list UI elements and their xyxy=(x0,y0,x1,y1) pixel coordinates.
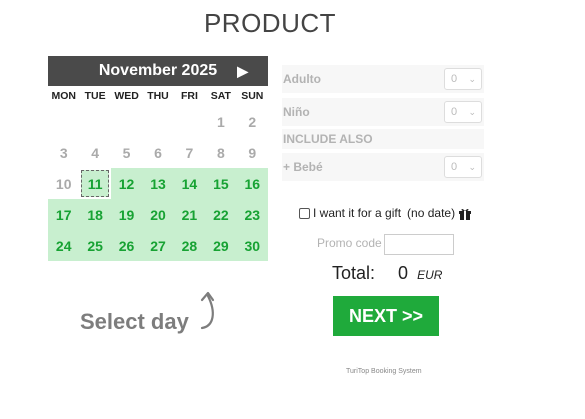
calendar-empty-cell xyxy=(174,106,205,137)
weekday-header: MON TUE WED THU FRI SAT SUN xyxy=(48,86,268,106)
nino-label: Niño xyxy=(283,105,310,119)
adulto-value: 0 xyxy=(451,73,458,85)
weekday-label: FRI xyxy=(180,90,198,102)
weekday-label: TUE xyxy=(84,90,106,102)
promo-code-label: Promo code xyxy=(317,236,382,250)
calendar-day[interactable]: 20 xyxy=(142,199,174,230)
total-currency: EUR xyxy=(417,268,443,282)
calendar-day[interactable]: 24 xyxy=(48,230,80,261)
calendar-day[interactable]: 14 xyxy=(173,168,206,199)
gift-icon xyxy=(459,208,472,220)
calendar-day[interactable]: 26 xyxy=(110,230,143,261)
include-also-row: INCLUDE ALSO xyxy=(282,129,484,149)
calendar-day[interactable]: 12 xyxy=(110,168,143,199)
calendar-day[interactable]: 17 xyxy=(48,199,80,230)
calendar: November 2025 ▶ MON TUE WED THU FRI SAT SUN 12… xyxy=(48,56,268,261)
calendar-empty-cell xyxy=(79,106,110,137)
gift-checkbox[interactable] xyxy=(299,207,310,219)
adulto-row: Adulto 0 ⌄ xyxy=(282,65,484,93)
calendar-header: November 2025 ▶ xyxy=(48,56,268,86)
calendar-day[interactable]: 11 xyxy=(81,170,109,197)
bebe-label: + Bebé xyxy=(283,160,323,174)
calendar-empty-cell xyxy=(142,106,173,137)
bebe-value: 0 xyxy=(451,161,458,173)
gift-option: I want it for a gift (no date) xyxy=(299,206,472,220)
select-day-hint: Select day xyxy=(80,309,189,334)
calendar-day: 6 xyxy=(154,144,162,161)
calendar-day[interactable]: 15 xyxy=(205,168,237,199)
bebe-row: + Bebé 0 ⌄ xyxy=(282,153,484,181)
nino-select[interactable]: 0 ⌄ xyxy=(444,101,482,123)
calendar-day: 7 xyxy=(185,144,194,161)
calendar-day[interactable]: 28 xyxy=(173,230,206,261)
adulto-select[interactable]: 0 ⌄ xyxy=(444,68,482,90)
nino-row: Niño 0 ⌄ xyxy=(282,98,484,126)
adulto-label: Adulto xyxy=(283,72,321,86)
calendar-day: 1 xyxy=(216,113,225,130)
bebe-select[interactable]: 0 ⌄ xyxy=(444,156,482,178)
page-title: PRODUCT xyxy=(203,8,337,38)
calendar-day: 5 xyxy=(122,144,131,161)
promo-code-input[interactable] xyxy=(384,234,454,255)
chevron-down-icon: ⌄ xyxy=(468,107,476,117)
total-label: Total: xyxy=(332,263,376,283)
weekday-label: MON xyxy=(51,90,76,102)
footer-credit: TuriTop Booking System xyxy=(346,368,422,375)
calendar-day[interactable]: 27 xyxy=(142,230,174,261)
calendar-day[interactable]: 23 xyxy=(236,199,268,230)
include-also-label: INCLUDE ALSO xyxy=(283,132,373,146)
calendar-month-label: November 2025 xyxy=(98,62,218,79)
calendar-day[interactable]: 22 xyxy=(205,199,237,230)
calendar-day[interactable]: 30 xyxy=(236,230,268,261)
total-amount: 0 xyxy=(398,263,409,283)
calendar-day[interactable]: 18 xyxy=(79,199,111,230)
weekday-label: WED xyxy=(114,90,139,102)
next-month-icon[interactable]: ▶ xyxy=(237,56,248,86)
calendar-days: 1 2 3 4 5 6 7 8 9 10 11 12 13 14 15 16 17 18 19 20 21 22 23 24 2… xyxy=(48,106,268,261)
calendar-day[interactable]: 29 xyxy=(205,230,237,261)
total: Total: 0 EUR xyxy=(332,263,442,284)
weekday-label: THU xyxy=(147,90,169,102)
calendar-day[interactable]: 19 xyxy=(110,199,143,230)
calendar-day: 3 xyxy=(59,144,68,161)
calendar-day: 10 xyxy=(55,175,72,192)
weekday-label: SAT xyxy=(210,90,231,102)
calendar-day: 8 xyxy=(216,144,225,161)
nino-value: 0 xyxy=(451,106,458,118)
next-button[interactable]: NEXT >> xyxy=(333,296,439,336)
calendar-empty-cell xyxy=(111,106,142,137)
calendar-day[interactable]: 16 xyxy=(236,168,268,199)
calendar-day[interactable]: 25 xyxy=(79,230,111,261)
weekday-label: SUN xyxy=(241,90,264,102)
curved-arrow-icon xyxy=(200,291,215,330)
gift-label[interactable]: I want it for a gift xyxy=(313,206,401,220)
calendar-day: 2 xyxy=(248,113,257,130)
gift-note: (no date) xyxy=(407,206,456,220)
calendar-day[interactable]: 13 xyxy=(142,168,174,199)
calendar-empty-cell xyxy=(48,106,79,137)
chevron-down-icon: ⌄ xyxy=(468,74,476,84)
calendar-day: 4 xyxy=(91,144,100,161)
calendar-day: 9 xyxy=(248,144,257,161)
chevron-down-icon: ⌄ xyxy=(468,162,476,172)
calendar-day[interactable]: 21 xyxy=(173,199,206,230)
